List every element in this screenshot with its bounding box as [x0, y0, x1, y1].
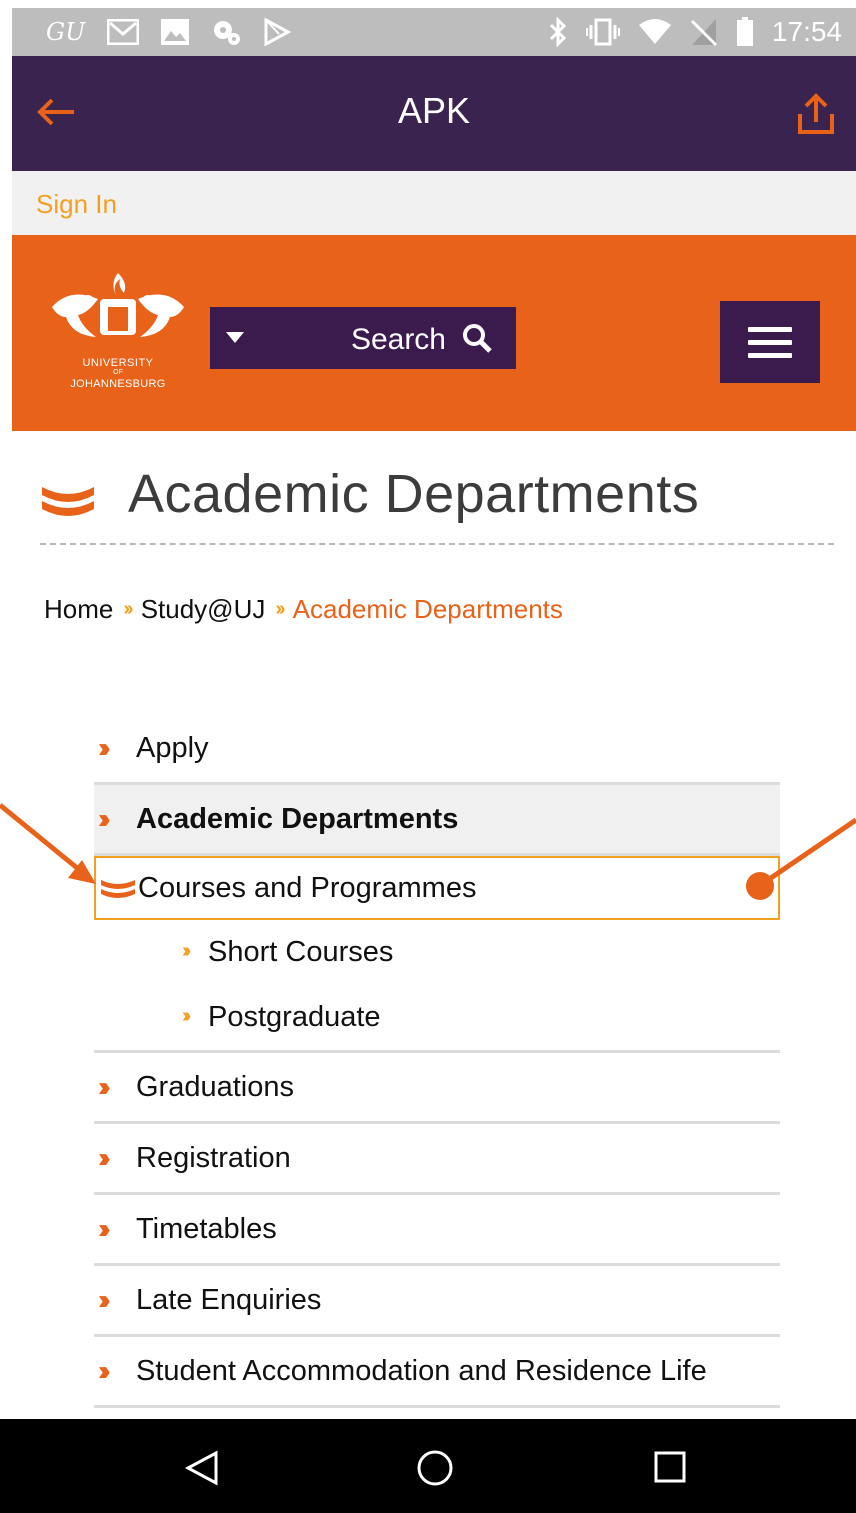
logo-text-line3: JOHANNESBURG [70, 378, 166, 390]
double-chevron-down-icon [42, 487, 94, 516]
double-chevron-right-icon: ›› [98, 1213, 110, 1244]
menu-line [748, 353, 792, 358]
double-chevron-right-icon: ›› [98, 732, 110, 763]
menu-line [748, 327, 792, 332]
app-title: APK [397, 90, 471, 131]
nav-label: Courses and Programmes [138, 872, 477, 904]
system-home-button[interactable] [416, 1449, 456, 1489]
sign-in-link[interactable]: Sign In [36, 189, 117, 220]
nav-item-timetables[interactable]: ›› Timetables [94, 1195, 780, 1266]
battery-icon [736, 17, 753, 46]
double-chevron-right-icon: ›› [182, 940, 192, 962]
breadcrumb-study[interactable]: Study@UJ [141, 594, 266, 625]
nav-item-registration[interactable]: ›› Registration [94, 1124, 780, 1195]
nav-item-apply[interactable]: ›› Apply [94, 714, 780, 785]
back-triangle-icon [184, 1450, 218, 1486]
status-right: 17:54 [548, 16, 842, 48]
system-recents-button[interactable] [652, 1449, 692, 1489]
page-title: Academic Departments [128, 464, 700, 524]
share-button[interactable] [794, 92, 842, 140]
logo-text-line1: UNIVERSITY [82, 357, 154, 369]
double-chevron-down-icon [101, 880, 135, 898]
share-icon [798, 93, 834, 134]
double-chevron-right-icon: ›› [98, 803, 110, 834]
site-header: UNIVERSITY OF JOHANNESBURG Search [12, 235, 856, 431]
play-store-icon [264, 18, 292, 46]
hamburger-menu-button[interactable] [720, 301, 820, 383]
nav-label: Late Enquiries [136, 1284, 322, 1316]
bluetooth-icon [549, 17, 567, 47]
home-circle-icon [417, 1450, 453, 1486]
nav-label: Timetables [136, 1213, 277, 1245]
carrier-glyph: GU [46, 18, 86, 46]
recents-square-icon [654, 1451, 686, 1483]
app-bar: APK [12, 56, 856, 171]
double-chevron-right-icon: ›› [98, 1071, 110, 1102]
menu-line [748, 340, 792, 345]
nav-label: Academic Departments [136, 803, 459, 835]
breadcrumb-separator-icon: ›› [275, 598, 285, 620]
nav-label: Graduations [136, 1071, 294, 1103]
nav-item-late-enquiries[interactable]: ›› Late Enquiries [94, 1266, 780, 1337]
settings-icon [214, 21, 241, 45]
caret-down-icon[interactable] [226, 332, 244, 344]
nav-label: Student Accommodation and Residence Life [136, 1355, 707, 1387]
system-back-button[interactable] [184, 1449, 224, 1489]
university-logo[interactable]: UNIVERSITY OF JOHANNESBURG [48, 265, 188, 405]
double-chevron-right-icon: ›› [98, 1284, 110, 1315]
status-bar: GU 17:54 [12, 8, 856, 56]
system-nav-bar [0, 1419, 856, 1513]
vibrate-icon [585, 18, 620, 46]
status-time: 17:54 [771, 16, 842, 47]
double-chevron-right-icon: ›› [98, 1355, 110, 1386]
breadcrumb-current: Academic Departments [292, 594, 563, 624]
nav-item-student-accommodation[interactable]: ›› Student Accommodation and Residence L… [94, 1337, 780, 1408]
section-nav: ›› Apply ›› Academic Departments Courses… [94, 714, 780, 1408]
nav-label: Apply [136, 732, 209, 764]
screen: GU 17:54 APK Sign In UNIVERSITY OF JOHAN… [12, 8, 856, 1513]
page-title-row: Academic Departments [40, 463, 834, 545]
gmail-icon [107, 19, 140, 45]
nav-item-graduations[interactable]: ›› Graduations [94, 1053, 780, 1124]
signin-bar: Sign In [12, 171, 856, 235]
nav-subitem-postgraduate[interactable]: ›› Postgraduate [94, 985, 780, 1053]
breadcrumb: Home ›› Study@UJ ›› Academic Departments [44, 594, 563, 625]
nav-label: Short Courses [208, 936, 394, 968]
nav-label: Postgraduate [208, 1001, 381, 1033]
nav-label: Registration [136, 1142, 291, 1174]
wifi-icon [638, 19, 671, 44]
nav-item-academic-departments[interactable]: ›› Academic Departments [94, 785, 780, 856]
search-icon[interactable] [462, 323, 492, 353]
status-left: GU [46, 16, 292, 48]
logo-text-line2: OF [113, 369, 123, 376]
double-chevron-right-icon: ›› [182, 1005, 192, 1027]
nav-item-courses-and-programmes[interactable]: Courses and Programmes [94, 856, 780, 920]
image-icon [161, 19, 190, 45]
search-bar[interactable]: Search [210, 307, 516, 369]
search-label: Search [350, 323, 446, 356]
nav-subitem-short-courses[interactable]: ›› Short Courses [94, 920, 780, 985]
breadcrumb-separator-icon: ›› [123, 598, 133, 620]
double-chevron-right-icon: ›› [98, 1142, 110, 1173]
uj-crest-icon [52, 273, 184, 337]
breadcrumb-home[interactable]: Home [44, 594, 113, 625]
no-sim-icon [690, 19, 717, 47]
